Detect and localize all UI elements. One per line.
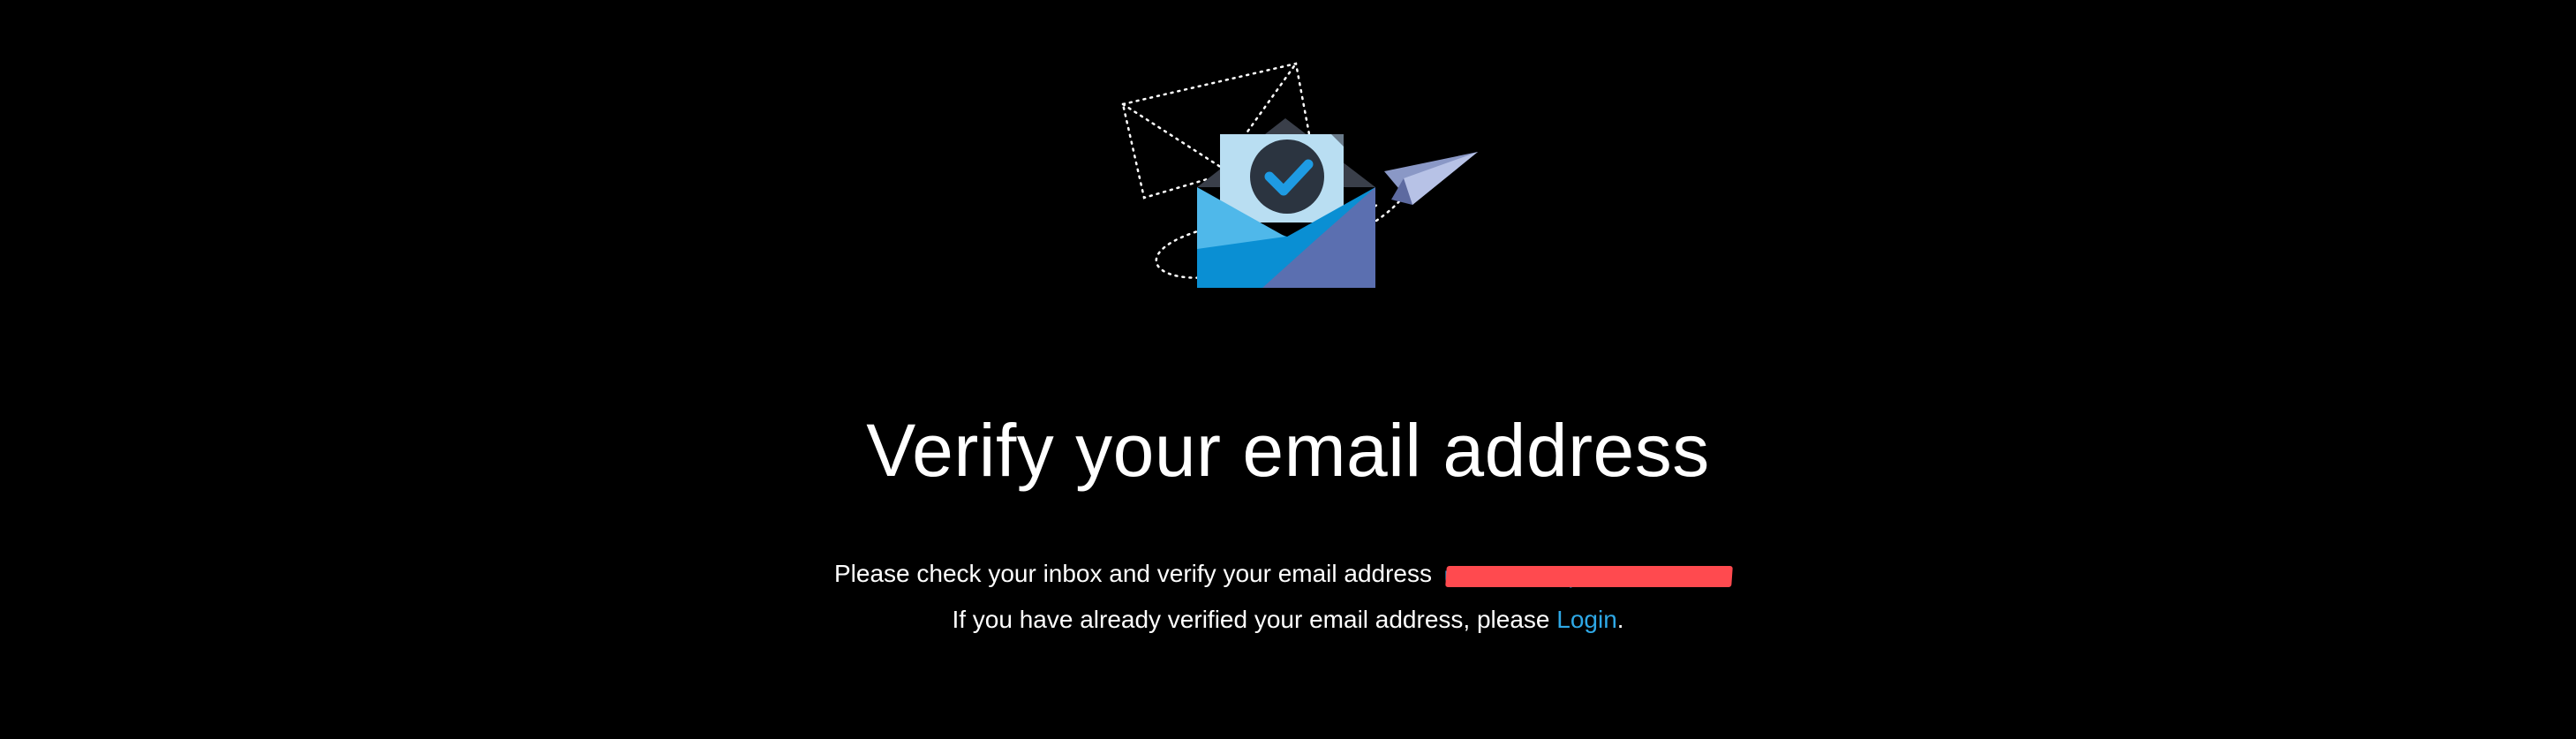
verify-email-page: Verify your email address Please check y… (0, 0, 2576, 739)
login-prompt-text: If you have already verified your email … (952, 606, 1557, 633)
paper-plane-icon (1384, 152, 1478, 205)
redacted-email: user@example.com (1444, 561, 1733, 591)
verification-message: Please check your inbox and verify your … (834, 556, 1733, 592)
check-circle-icon (1250, 140, 1324, 214)
page-title: Verify your email address (866, 409, 1710, 492)
verification-message-text: Please check your inbox and verify your … (834, 560, 1433, 587)
redaction-mark (1444, 565, 1733, 587)
login-link[interactable]: Login (1556, 606, 1617, 633)
email-verified-icon (1121, 62, 1478, 288)
login-prompt-period: . (1616, 606, 1624, 633)
login-prompt: If you have already verified your email … (0, 602, 2576, 637)
